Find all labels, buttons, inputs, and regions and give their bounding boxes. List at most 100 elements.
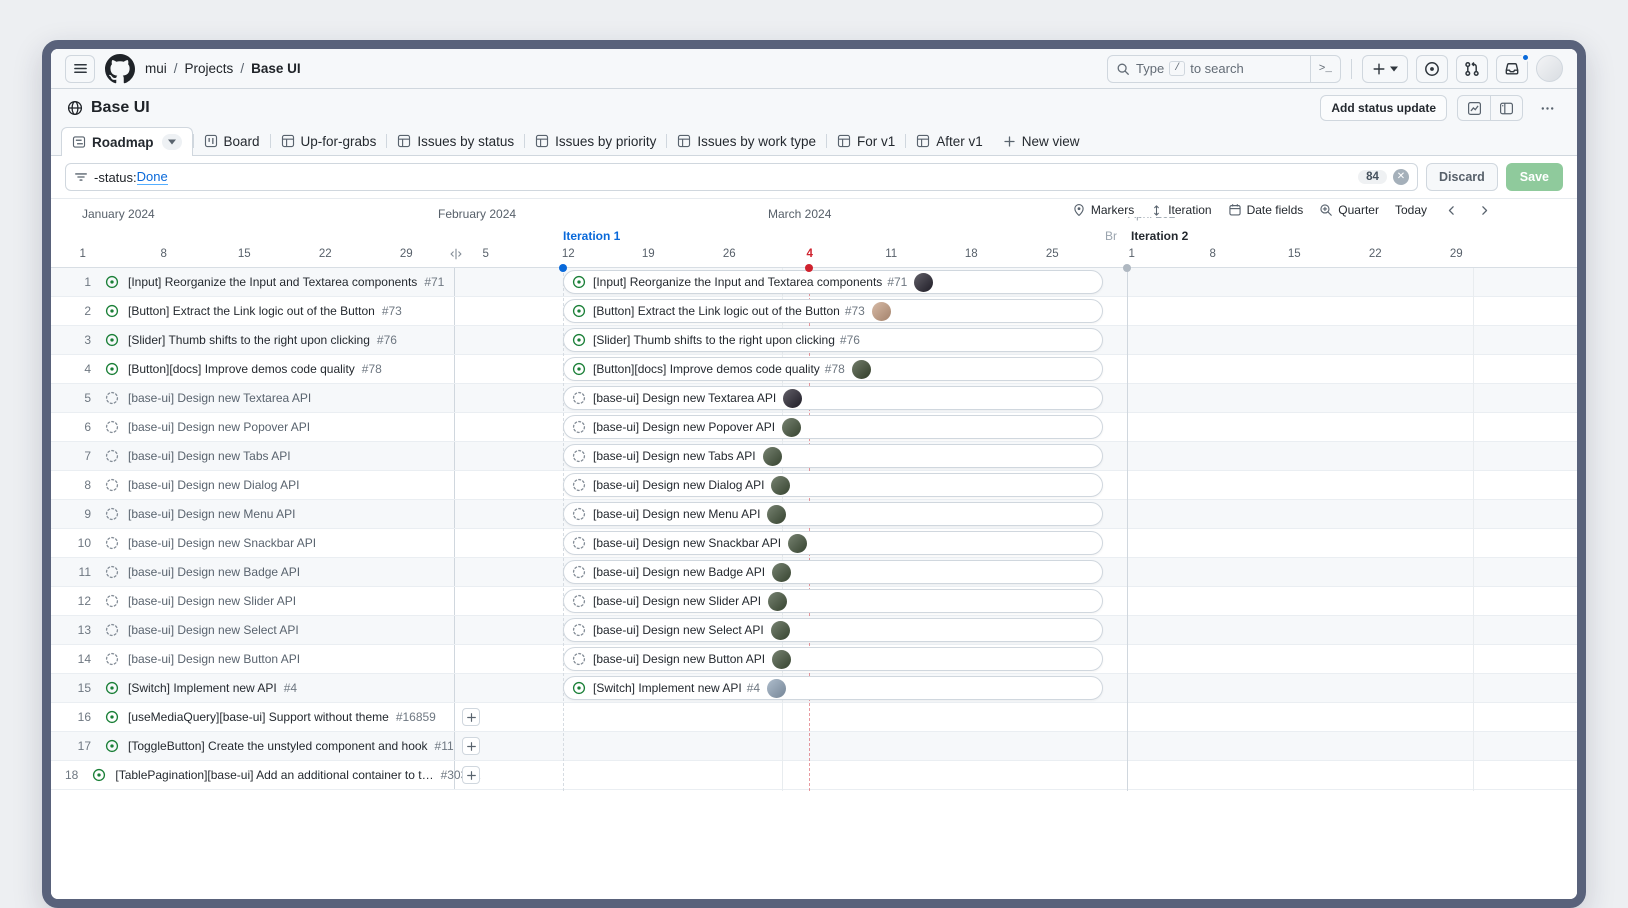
draft-issue-icon (572, 565, 586, 579)
discard-button[interactable]: Discard (1426, 163, 1498, 191)
pill-issue-number: #78 (825, 362, 845, 376)
table-row-4[interactable]: 4[Button][docs] Improve demos code quali… (51, 355, 455, 383)
month-gridline (1127, 268, 1128, 791)
roadmap-row: 4[Button][docs] Improve demos code quali… (51, 355, 1577, 384)
iteration-zoom-button[interactable]: Iteration (1150, 203, 1211, 217)
table-row-12[interactable]: 12[base-ui] Design new Slider API (51, 587, 455, 615)
table-row-13[interactable]: 13[base-ui] Design new Select API (51, 616, 455, 644)
draft-issue-icon (572, 507, 586, 521)
user-avatar[interactable] (1536, 55, 1563, 82)
issues-button[interactable] (1416, 55, 1448, 83)
roadmap-pill[interactable]: [Button] Extract the Link logic out of t… (563, 299, 1103, 323)
roadmap-pill[interactable]: [Button][docs] Improve demos code qualit… (563, 357, 1103, 381)
table-row-10[interactable]: 10[base-ui] Design new Snackbar API (51, 529, 455, 557)
tab-for-v1[interactable]: For v1 (827, 127, 905, 155)
column-resize-handle[interactable] (449, 247, 463, 261)
roadmap-pill[interactable]: [base-ui] Design new Slider API (563, 589, 1103, 613)
tick-label: 15 (238, 248, 251, 260)
tab-roadmap[interactable]: Roadmap (61, 127, 193, 156)
table-row-7[interactable]: 7[base-ui] Design new Tabs API (51, 442, 455, 470)
row-number: 6 (65, 420, 91, 434)
row-title: [base-ui] Design new Button API (128, 652, 300, 666)
roadmap-row: 10[base-ui] Design new Snackbar API [base… (51, 529, 1577, 558)
add-date-button[interactable] (462, 737, 480, 755)
today-button[interactable]: Today (1395, 203, 1427, 217)
roadmap-row: 5[base-ui] Design new Textarea API[base-… (51, 384, 1577, 413)
create-new-button[interactable] (1362, 55, 1408, 83)
table-row-17[interactable]: 17[ToggleButton] Create the unstyled com… (51, 732, 455, 760)
row-issue-number: #4 (284, 681, 297, 695)
plus-icon (1003, 135, 1016, 148)
roadmap-pill[interactable]: [Slider] Thumb shifts to the right upon … (563, 328, 1103, 352)
table-row-5[interactable]: 5[base-ui] Design new Textarea API (51, 384, 455, 412)
table-row-14[interactable]: 14[base-ui] Design new Button API (51, 645, 455, 673)
github-logo[interactable] (105, 54, 135, 84)
filter-input[interactable]: -status:Done 84 ✕ (65, 163, 1418, 191)
table-row-1[interactable]: 1[Input] Reorganize the Input and Textar… (51, 268, 455, 296)
add-date-button[interactable] (462, 708, 480, 726)
markers-button[interactable]: Markers (1072, 203, 1134, 217)
roadmap-pill[interactable]: [base-ui] Design new Button API (563, 647, 1103, 671)
roadmap-pill[interactable]: [base-ui] Design new Dialog API (563, 473, 1103, 497)
quarter-zoom-button[interactable]: Quarter (1319, 203, 1379, 217)
roadmap-pill[interactable]: [base-ui] Design new Popover API (563, 415, 1103, 439)
tab-issues-by-work-type[interactable]: Issues by work type (667, 127, 826, 155)
tab-board[interactable]: Board (194, 127, 270, 155)
table-row-8[interactable]: 8[base-ui] Design new Dialog API (51, 471, 455, 499)
breadcrumb-org[interactable]: mui (145, 61, 167, 76)
tick-label-today: 4 (806, 248, 812, 260)
scroll-right-button[interactable] (1476, 204, 1493, 217)
roadmap-pill[interactable]: [base-ui] Design new Snackbar API (563, 531, 1103, 555)
filter-query-prefix: -status: (94, 170, 137, 185)
roadmap-pill[interactable]: [base-ui] Design new Tabs API (563, 444, 1103, 468)
pill-title: [Button][docs] Improve demos code qualit… (593, 362, 820, 376)
table-row-11[interactable]: 11 [base-ui] Design new Badge API (51, 558, 455, 586)
roadmap-pill[interactable]: [base-ui] Design new Textarea API (563, 386, 1103, 410)
insights-button[interactable] (1458, 96, 1490, 120)
scroll-left-button[interactable] (1443, 204, 1460, 217)
tab-issues-by-priority[interactable]: Issues by priority (525, 127, 666, 155)
tab-options-caret[interactable] (162, 134, 182, 150)
table-row-15[interactable]: 15[Switch] Implement new API#4 (51, 674, 455, 702)
month-label: February 2024 (438, 207, 516, 221)
search-input[interactable]: Type / to search >_ (1107, 55, 1341, 83)
date-fields-button[interactable]: Date fields (1228, 203, 1304, 217)
command-palette-button[interactable]: >_ (1310, 56, 1340, 82)
issue-opened-icon (572, 681, 586, 695)
inbox-button[interactable] (1496, 55, 1528, 83)
table-row-6[interactable]: 6[base-ui] Design new Popover API (51, 413, 455, 441)
row-number: 11 (65, 565, 91, 579)
side-panel-button[interactable] (1490, 96, 1522, 120)
roadmap-view: April 2024March 2024February 2024January… (51, 199, 1577, 791)
table-row-16[interactable]: 16[useMediaQuery][base-ui] Support witho… (51, 703, 455, 731)
table-row-2[interactable]: 2[Button] Extract the Link logic out of … (51, 297, 455, 325)
hamburger-menu-button[interactable] (65, 55, 95, 83)
roadmap-pill[interactable]: [base-ui] Design new Select API (563, 618, 1103, 642)
row-title: [base-ui] Design new Badge API (128, 565, 300, 579)
clear-filter-button[interactable]: ✕ (1393, 169, 1409, 185)
table-row-18[interactable]: 18[TablePagination][base-ui] Add an addi… (51, 761, 455, 789)
new-view-button[interactable]: New view (993, 127, 1090, 155)
add-status-update-button[interactable]: Add status update (1320, 95, 1447, 121)
tab-after-v1[interactable]: After v1 (906, 127, 993, 155)
table-row-9[interactable]: 9[base-ui] Design new Menu API (51, 500, 455, 528)
breadcrumb-section[interactable]: Projects (185, 61, 234, 76)
roadmap-pill[interactable]: [base-ui] Design new Badge API (563, 560, 1103, 584)
roadmap-pill[interactable]: [Input] Reorganize the Input and Textare… (563, 270, 1103, 294)
breadcrumb-page[interactable]: Base UI (251, 61, 301, 76)
pill-title: [base-ui] Design new Menu API (593, 507, 760, 521)
tab-issues-by-status[interactable]: Issues by status (387, 127, 524, 155)
add-date-button[interactable] (462, 766, 480, 784)
table-row-3[interactable]: 3[Slider] Thumb shifts to the right upon… (51, 326, 455, 354)
row-title: [base-ui] Design new Textarea API (128, 391, 311, 405)
more-options-button[interactable] (1533, 95, 1561, 121)
tab-up-for-grabs[interactable]: Up-for-grabs (271, 127, 387, 155)
global-header: mui / Projects / Base UI Type / to searc… (51, 49, 1577, 89)
pull-requests-button[interactable] (1456, 55, 1488, 83)
roadmap-pill[interactable]: [Switch] Implement new API#4 (563, 676, 1103, 700)
save-button[interactable]: Save (1506, 163, 1563, 191)
assignee-avatar (771, 621, 790, 640)
view-tabs: RoadmapBoardUp-for-grabsIssues by status… (61, 127, 1090, 155)
roadmap-row: 16[useMediaQuery][base-ui] Support witho… (51, 703, 1577, 732)
roadmap-pill[interactable]: [base-ui] Design new Menu API (563, 502, 1103, 526)
